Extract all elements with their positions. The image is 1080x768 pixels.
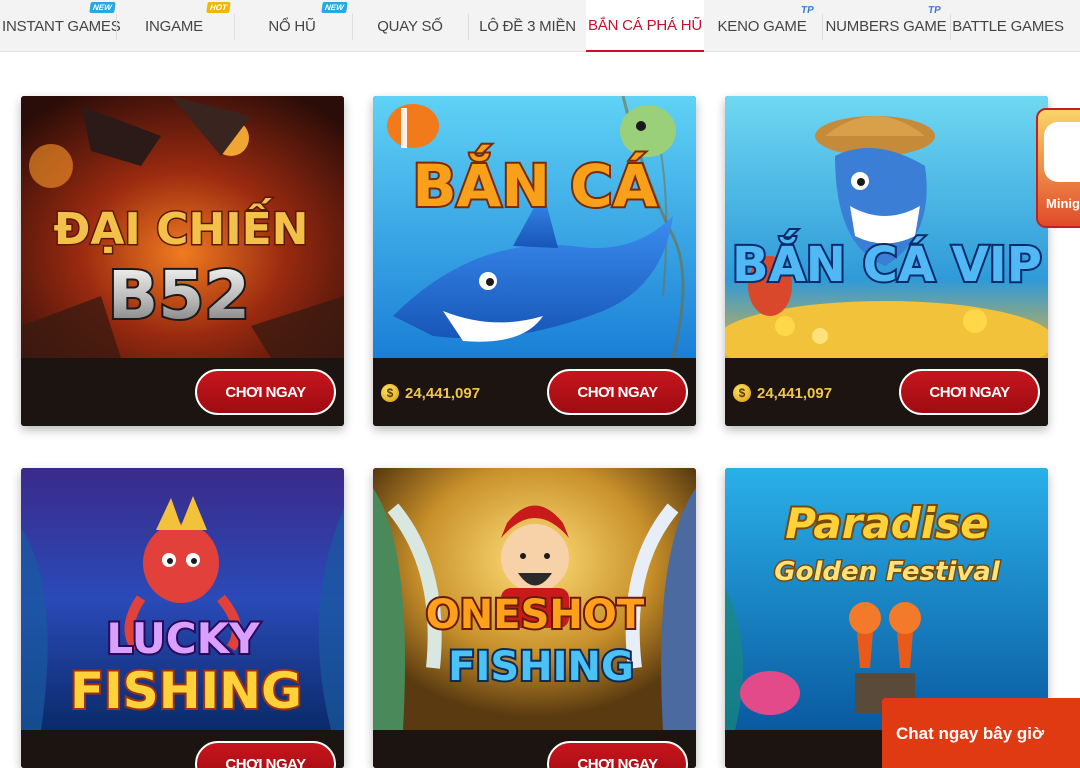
- nav-divider: [468, 14, 469, 40]
- nav-divider: [352, 14, 353, 40]
- tab-label: BATTLE GAMES: [952, 17, 1064, 35]
- play-now-button[interactable]: CHƠI NGAY: [195, 369, 336, 415]
- coin-icon: $: [733, 384, 751, 402]
- game-thumbnail[interactable]: BẮN CÁ VIP: [725, 96, 1048, 358]
- game-card-oneshot-fishing[interactable]: ONESHOT FISHING CHƠI NGAY: [373, 468, 696, 768]
- card-footer: $ 24,441,097 CHƠI NGAY: [373, 358, 696, 426]
- art-title-line1: ONESHOT: [426, 592, 645, 638]
- tab-label: BẮN CÁ PHÁ HŨ: [587, 16, 703, 34]
- play-now-button[interactable]: CHƠI NGAY: [899, 369, 1040, 415]
- tab-ban-ca-pha-hu[interactable]: BẮN CÁ PHÁ HŨ: [586, 0, 704, 52]
- art-title-line1: BẮN CÁ: [412, 143, 657, 220]
- nav-divider: [950, 14, 951, 40]
- card-footer: CHƠI NGAY: [373, 730, 696, 768]
- nav-divider: [116, 14, 117, 40]
- tab-label: QUAY SỐ: [377, 17, 443, 35]
- jackpot-display: $ 24,441,097: [733, 380, 832, 406]
- art-title-line1: LUCKY: [106, 614, 260, 663]
- coin-icon: $: [381, 384, 399, 402]
- tab-lo-de-3-mien[interactable]: LÔ ĐỀ 3 MIỀN: [470, 0, 585, 52]
- new-badge: NEW: [321, 2, 348, 13]
- tab-label: NUMBERS GAME: [825, 17, 947, 35]
- art-title-line1: BẮN CÁ VIP: [732, 230, 1042, 293]
- card-footer: CHƠI NGAY: [21, 730, 344, 768]
- jackpot-amount: 24,441,097: [757, 384, 833, 402]
- game-thumbnail[interactable]: ĐẠI CHIẾN B52: [21, 96, 344, 358]
- jackpot-amount: 24,441,097: [405, 384, 481, 402]
- tp-badge: TP: [800, 5, 815, 16]
- art-title-line1: Paradise: [785, 499, 988, 548]
- art-title-line2: FISHING: [448, 644, 634, 690]
- game-thumbnail[interactable]: ONESHOT FISHING: [373, 468, 696, 730]
- new-badge: NEW: [89, 2, 116, 13]
- game-card-lucky-fishing[interactable]: LUCKY FISHING CHƠI NGAY: [21, 468, 344, 768]
- game-card-ban-ca-vip[interactable]: BẮN CÁ VIP $ 24,441,097 CHƠI NGAY: [725, 96, 1048, 426]
- tp-badge: TP: [927, 5, 942, 16]
- hot-badge: HOT: [206, 2, 231, 13]
- art-title-line1: ĐẠI CHIẾN: [54, 197, 309, 255]
- game-thumbnail[interactable]: Paradise Golden Festival: [725, 468, 1048, 730]
- card-footer: $ 24,441,097 CHƠI NGAY: [725, 358, 1048, 426]
- game-thumbnail[interactable]: LUCKY FISHING: [21, 468, 344, 730]
- art-title-line2: FISHING: [70, 662, 302, 720]
- art-title-line2: B52: [108, 257, 250, 334]
- tab-label: KENO GAME: [717, 17, 807, 35]
- tab-label: NỔ HŨ: [268, 17, 316, 35]
- dice-icon: [1044, 122, 1080, 182]
- nav-divider: [822, 14, 823, 40]
- mini-game-label: Minig: [1046, 196, 1080, 211]
- game-card-dai-chien-b52[interactable]: ĐẠI CHIẾN B52 CHƠI NGAY: [21, 96, 344, 426]
- mini-game-launcher[interactable]: Minig: [1036, 108, 1080, 228]
- game-card-ban-ca[interactable]: BẮN CÁ $ 24,441,097 CHƠI NGAY: [373, 96, 696, 426]
- art-title-line2: Golden Festival: [774, 557, 1001, 587]
- play-now-button[interactable]: CHƠI NGAY: [547, 369, 688, 415]
- tab-label: INGAME: [145, 17, 203, 35]
- tab-label: INSTANT GAMES: [2, 17, 121, 35]
- play-now-button[interactable]: CHƠI NGAY: [195, 741, 336, 768]
- play-now-button[interactable]: CHƠI NGAY: [547, 741, 688, 768]
- nav-divider: [234, 14, 235, 40]
- game-thumbnail[interactable]: BẮN CÁ: [373, 96, 696, 358]
- tab-label: LÔ ĐỀ 3 MIỀN: [479, 17, 576, 35]
- tab-battle-games[interactable]: BATTLE GAMES: [952, 0, 1064, 52]
- tab-quay-so[interactable]: QUAY SỐ: [354, 0, 466, 52]
- game-category-nav: INSTANT GAMES NEW INGAME HOT NỔ HŨ NEW Q…: [0, 0, 1080, 52]
- live-chat-button[interactable]: Chat ngay bây giờ: [882, 698, 1080, 768]
- card-footer: CHƠI NGAY: [21, 358, 344, 426]
- jackpot-display: $ 24,441,097: [381, 380, 480, 406]
